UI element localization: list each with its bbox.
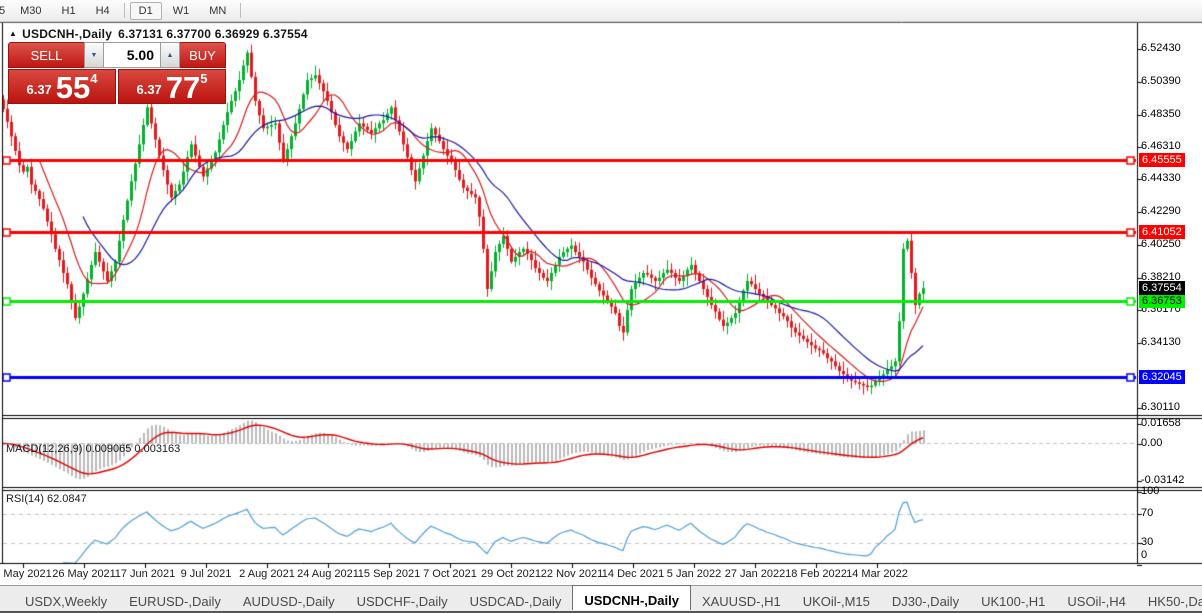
price-axis-tick: 6.50390 <box>1141 74 1181 87</box>
rsi-indicator-label: RSI(14) 62.0847 <box>6 493 87 505</box>
date-axis-label: 29 Oct 2021 <box>481 568 541 580</box>
sell-price-small: 6.37 <box>26 82 52 97</box>
date-axis-label: 14 Dec 2021 <box>601 568 665 580</box>
macd-axis-tick: 0.01658 <box>1141 416 1181 429</box>
chart-symbol-period: USDCNH-,Daily <box>22 27 113 41</box>
symbol-tab-usdx[interactable]: USDX,Weekly <box>14 586 118 611</box>
current-price-badge: 6.37554 <box>1139 281 1185 296</box>
price-axis-tick: 6.40250 <box>1141 237 1181 250</box>
date-axis-label: 2 Aug 2021 <box>239 568 295 580</box>
support-line-blue-price-badge: 6.32045 <box>1139 369 1185 384</box>
buy-button[interactable]: BUY <box>180 42 226 68</box>
date-axis-label: 7 Oct 2021 <box>423 568 477 580</box>
date-axis-label: 14 Mar 2022 <box>846 568 908 580</box>
symbol-tab-usoil[interactable]: USOil-,H4 <box>1056 586 1137 611</box>
date-axis-label: 24 Aug 2021 <box>297 568 359 580</box>
symbol-tab-xauusd[interactable]: XAUUSD-,H1 <box>691 586 792 611</box>
timeframe-button-mn[interactable]: MN <box>200 2 235 20</box>
one-click-trading-panel: SELL ▼ ▲ BUY 6.37 55 4 6.37 77 5 <box>8 42 226 104</box>
timeframe-button-w1[interactable]: W1 <box>164 2 199 20</box>
mt4-terminal: { "toolbar": { "items": ["5", "M30", "H1… <box>0 0 1202 613</box>
chart-title: ▲ USDCNH-,Daily 6.37131 6.37700 6.36929 6.… <box>9 27 308 41</box>
toolbar-separator <box>240 3 242 18</box>
symbol-tab-ukoil[interactable]: UKOil-,M15 <box>792 586 881 611</box>
macd-axis-tick: 0.00 <box>1141 436 1163 449</box>
chart-ohlc-values: 6.37131 6.37700 6.36929 6.37554 <box>118 27 308 41</box>
buy-price-sup: 5 <box>200 71 208 86</box>
price-axis-tick: 6.42290 <box>1141 205 1181 218</box>
date-axis-label: 9 Jul 2021 <box>180 568 232 580</box>
support-line-green-price-badge: 6.36753 <box>1139 294 1185 309</box>
timeframe-button-5[interactable]: 5 <box>0 2 9 20</box>
volume-decrease-button[interactable]: ▼ <box>84 42 104 68</box>
timeframe-button-m30[interactable]: M30 <box>11 2 50 20</box>
symbol-tab-hk50[interactable]: HK50-,Daily <box>1137 586 1202 611</box>
chart-area[interactable]: ▲ USDCNH-,Daily 6.37131 6.37700 6.36929 6.… <box>0 22 1202 585</box>
date-axis-label: 5 Jan 2022 <box>666 568 722 580</box>
symbol-tabbar: USDX,Weekly EURUSD-,Daily AUDUSD-,Daily USD… <box>0 585 1202 613</box>
date-axis-label: 27 Jan 2022 <box>724 568 786 580</box>
rsi-axis-tick: 100 <box>1141 485 1160 498</box>
date-axis-label: 4 May 2021 <box>0 568 52 580</box>
sell-button[interactable]: SELL <box>8 42 84 68</box>
symbol-tab-usdcnh[interactable]: USDCNH-,Daily <box>572 585 691 610</box>
symbol-tab-dj30[interactable]: DJ30-,Daily <box>881 586 970 611</box>
price-axis-tick: 6.52430 <box>1141 42 1181 54</box>
resistance-line-lower-price-badge: 6.41052 <box>1139 224 1185 239</box>
price-axis-tick: 6.46310 <box>1141 140 1181 153</box>
price-axis-tick: 6.30110 <box>1141 400 1180 413</box>
date-axis-label: 22 Nov 2021 <box>540 568 604 580</box>
rsi-axis-tick: 30 <box>1141 536 1154 548</box>
macd-indicator-label: MACD(12,26,9) 0.009065 0.003163 <box>6 443 181 455</box>
price-axis-tick: 6.34130 <box>1141 336 1181 349</box>
spin-down-icon: ▼ <box>90 51 98 59</box>
sell-price-big: 55 <box>55 69 91 105</box>
timeframe-button-d1[interactable]: D1 <box>129 1 162 20</box>
buy-price-big: 77 <box>165 69 201 105</box>
spin-up-icon: ▲ <box>166 51 174 59</box>
sell-price-box[interactable]: 6.37 55 4 <box>8 69 116 104</box>
collapse-triangle-icon[interactable]: ▲ <box>9 29 17 38</box>
price-axis-tick: 6.48350 <box>1141 107 1181 120</box>
date-axis-label: 26 May 2021 <box>52 568 116 580</box>
date-axis-label: 15 Sep 2021 <box>357 568 421 580</box>
date-axis-label: 17 Jun 2021 <box>114 568 176 580</box>
timeframe-button-h1[interactable]: H1 <box>53 2 85 20</box>
resistance-line-upper-price-badge: 6.45555 <box>1139 152 1185 167</box>
symbol-tab-usdcad[interactable]: USDCAD-,Daily <box>459 586 573 611</box>
buy-price-box[interactable]: 6.37 77 5 <box>118 69 226 104</box>
rsi-axis-tick: 0 <box>1141 549 1148 561</box>
timeframe-toolbar: 5 M30 H1 H4 D1 W1 MN <box>0 0 1202 22</box>
rsi-axis-tick: 70 <box>1141 507 1154 519</box>
sell-price-sup: 4 <box>90 71 98 86</box>
symbol-tab-uk100[interactable]: UK100-,H1 <box>970 586 1056 611</box>
symbol-tab-usdchf[interactable]: USDCHF-,Daily <box>346 586 459 611</box>
volume-input[interactable] <box>104 42 160 68</box>
timeframe-button-h4[interactable]: H4 <box>87 2 119 20</box>
price-chart-canvas[interactable] <box>0 22 1202 585</box>
date-axis-label: 18 Feb 2022 <box>785 568 847 580</box>
price-axis-tick: 6.44330 <box>1141 172 1181 185</box>
symbol-tab-audusd[interactable]: AUDUSD-,Daily <box>232 586 346 611</box>
volume-increase-button[interactable]: ▲ <box>160 42 180 68</box>
toolbar-separator <box>123 3 125 18</box>
buy-price-small: 6.37 <box>136 82 162 97</box>
symbol-tab-eurusd[interactable]: EURUSD-,Daily <box>118 586 232 611</box>
